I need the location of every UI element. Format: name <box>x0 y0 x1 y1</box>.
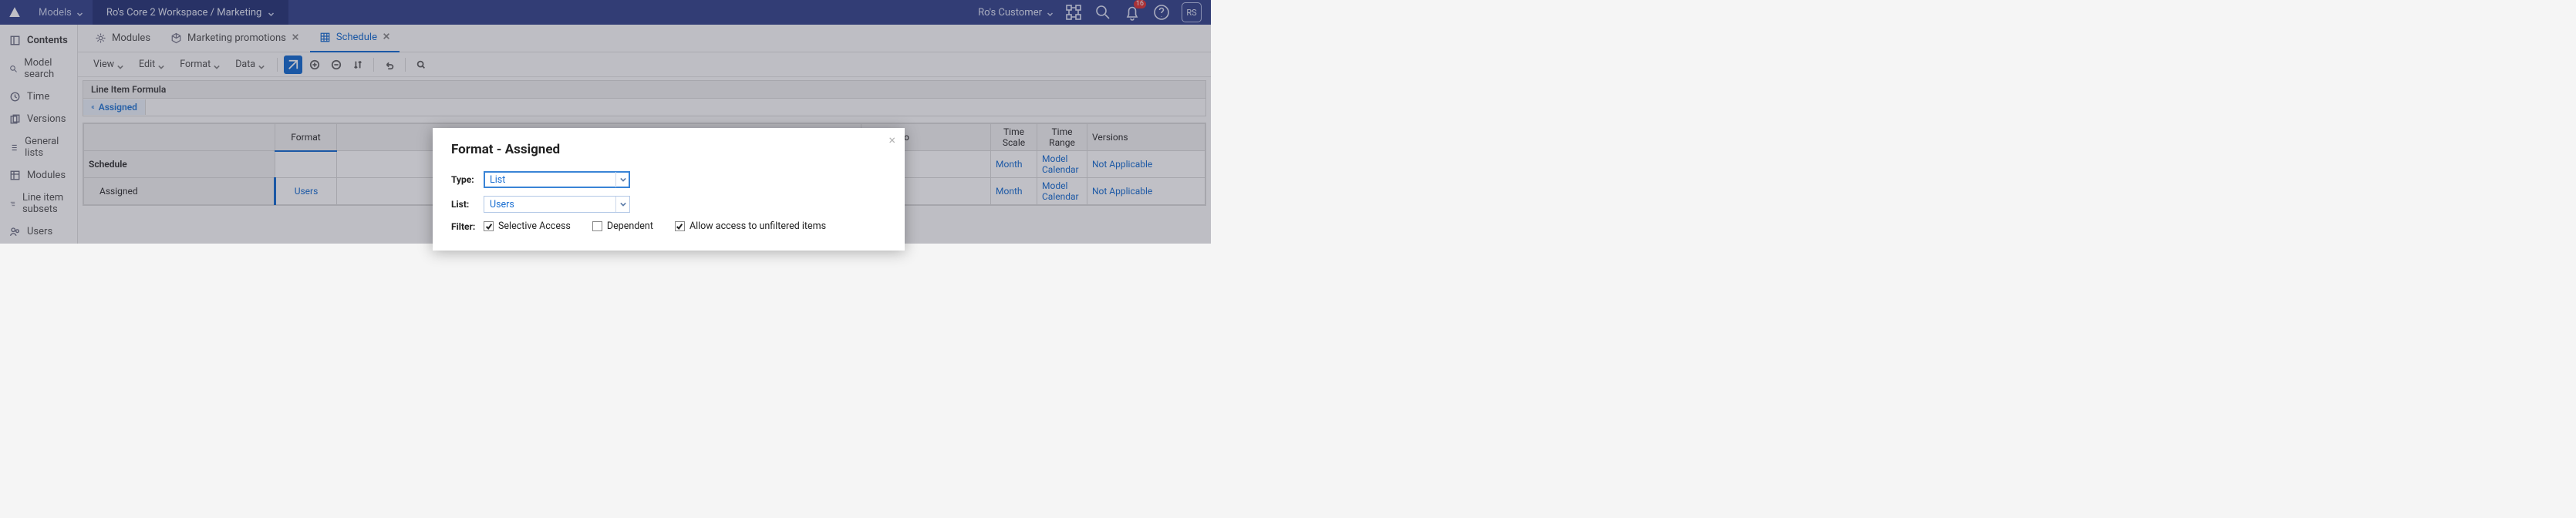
sidebar: Contents Model search Time Versions Gene… <box>0 25 78 244</box>
notifications-icon[interactable]: 16 <box>1123 3 1141 22</box>
sidebar-item-modules[interactable]: Modules <box>0 164 77 187</box>
close-icon[interactable] <box>292 32 299 44</box>
models-label: Models <box>39 7 72 18</box>
app-logo-icon[interactable] <box>0 0 29 25</box>
workspace-breadcrumb[interactable]: Ro's Core 2 Workspace / Marketing <box>93 0 288 25</box>
tab-modules[interactable]: Modules <box>86 25 160 52</box>
allow-unfiltered-checkbox[interactable]: Allow access to unfiltered items <box>675 220 826 232</box>
list-icon <box>9 142 19 153</box>
app-switcher-icon[interactable] <box>1064 3 1083 22</box>
chevron-down-icon <box>258 62 265 68</box>
col-format[interactable]: Format <box>275 124 337 151</box>
formula-header: Line Item Formula <box>83 81 1205 99</box>
customer-menu[interactable]: Ro's Customer <box>978 7 1054 18</box>
versions-icon <box>9 113 21 125</box>
user-avatar[interactable]: RS <box>1182 2 1202 22</box>
chevron-down-icon <box>615 197 629 212</box>
toolbar: View Edit Format Data <box>78 52 1211 77</box>
module-icon <box>170 32 182 44</box>
tabs-bar: Modules Marketing promotions Schedule <box>78 25 1211 52</box>
filter-label: Filter: <box>451 221 484 232</box>
remove-icon[interactable] <box>327 56 346 74</box>
sidebar-item-time[interactable]: Time <box>0 86 77 108</box>
dependent-checkbox[interactable]: Dependent <box>592 220 653 232</box>
close-icon[interactable] <box>383 32 390 43</box>
sidebar-item-contents[interactable]: Contents <box>0 29 77 52</box>
format-menu[interactable]: Format <box>174 56 226 72</box>
help-icon[interactable] <box>1152 3 1171 22</box>
formula-section: Line Item Formula « Assigned <box>83 80 1206 116</box>
search-dropdown-icon[interactable] <box>412 56 430 74</box>
workspace-label: Ro's Core 2 Workspace / Marketing <box>106 7 261 18</box>
chevron-down-icon <box>76 9 83 16</box>
top-nav: Models Ro's Core 2 Workspace / Marketing… <box>0 0 1211 25</box>
subsets-icon <box>9 198 16 210</box>
data-menu[interactable]: Data <box>229 56 271 72</box>
list-select[interactable]: Users <box>484 196 630 213</box>
close-icon[interactable]: × <box>888 134 895 146</box>
sidebar-item-line-item-subsets[interactable]: Line item subsets <box>0 187 77 220</box>
blueprint-toggle-icon[interactable] <box>284 56 302 74</box>
sidebar-item-general-lists[interactable]: General lists <box>0 130 77 164</box>
type-select[interactable]: List <box>484 171 630 188</box>
col-time-range[interactable]: Time Range <box>1037 124 1087 151</box>
collapse-icon: « <box>91 103 95 112</box>
format-dialog: × Format - Assigned Type: List List: Use… <box>433 128 905 251</box>
sidebar-item-users[interactable]: Users <box>0 220 77 243</box>
col-time-scale[interactable]: Time Scale <box>991 124 1037 151</box>
edit-menu[interactable]: Edit <box>133 56 170 72</box>
contents-icon <box>9 35 21 46</box>
grid-icon <box>319 32 331 43</box>
chevron-down-icon <box>214 62 220 68</box>
models-menu[interactable]: Models <box>29 0 93 25</box>
chevron-down-icon <box>158 62 164 68</box>
customer-label: Ro's Customer <box>978 7 1042 18</box>
chevron-down-icon <box>268 9 275 16</box>
type-label: Type: <box>451 174 484 185</box>
modules-icon <box>95 32 106 44</box>
line-item-chip[interactable]: « Assigned <box>83 99 146 115</box>
view-menu[interactable]: View <box>87 56 130 72</box>
modules-icon <box>9 170 21 181</box>
col-versions[interactable]: Versions <box>1087 124 1205 151</box>
dialog-title: Format - Assigned <box>451 142 886 157</box>
tab-schedule[interactable]: Schedule <box>310 25 400 52</box>
chevron-down-icon <box>117 62 123 68</box>
add-icon[interactable] <box>305 56 324 74</box>
chevron-down-icon <box>1047 9 1054 16</box>
sidebar-item-search[interactable]: Model search <box>0 52 77 86</box>
sidebar-item-versions[interactable]: Versions <box>0 108 77 130</box>
users-icon <box>9 226 21 237</box>
search-icon <box>9 63 18 75</box>
chevron-down-icon <box>615 172 629 187</box>
sort-icon[interactable] <box>349 56 367 74</box>
tab-marketing-promotions[interactable]: Marketing promotions <box>161 25 309 52</box>
notification-badge: 16 <box>1134 0 1146 8</box>
formula-input[interactable] <box>146 99 1205 116</box>
list-label: List: <box>451 199 484 210</box>
clock-icon <box>9 91 21 103</box>
undo-icon[interactable] <box>380 56 399 74</box>
selective-access-checkbox[interactable]: Selective Access <box>484 220 571 232</box>
search-icon[interactable] <box>1094 3 1112 22</box>
